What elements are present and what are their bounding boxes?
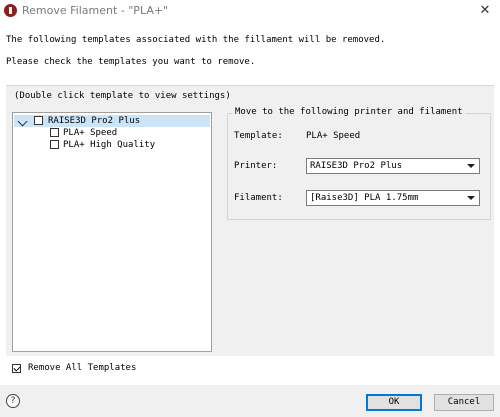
printer-select[interactable]: RAISE3D Pro2 Plus bbox=[306, 158, 480, 174]
filament-select[interactable]: [Raise3D] PLA 1.75mm bbox=[306, 190, 480, 206]
remove-all-label: Remove All Templates bbox=[28, 363, 137, 373]
template-checkbox[interactable] bbox=[50, 128, 59, 137]
chevron-down-icon bbox=[467, 196, 475, 200]
raise3d-logo-icon bbox=[4, 4, 17, 17]
template-tree[interactable]: RAISE3D Pro2 Plus PLA+ Speed PLA+ High Q… bbox=[12, 112, 212, 352]
filament-select-value: [Raise3D] PLA 1.75mm bbox=[310, 193, 419, 203]
help-icon[interactable]: ? bbox=[6, 394, 20, 408]
template-label: Template: bbox=[234, 131, 283, 141]
chevron-down-icon bbox=[467, 164, 475, 168]
tree-hint: (Double click template to view settings) bbox=[14, 91, 231, 101]
message-line-1: The following templates associated with … bbox=[6, 35, 386, 45]
tree-item-printer-label: RAISE3D Pro2 Plus bbox=[48, 116, 141, 126]
ok-button[interactable]: OK bbox=[366, 394, 422, 411]
template-checkbox[interactable] bbox=[50, 140, 59, 149]
tree-item-template-label: PLA+ High Quality bbox=[63, 140, 156, 150]
chevron-down-icon[interactable] bbox=[17, 116, 28, 127]
cancel-button[interactable]: Cancel bbox=[434, 394, 494, 411]
tree-item-printer[interactable]: RAISE3D Pro2 Plus bbox=[14, 115, 210, 127]
template-value: PLA+ Speed bbox=[306, 131, 361, 141]
printer-checkbox[interactable] bbox=[34, 116, 43, 125]
printer-select-value: RAISE3D Pro2 Plus bbox=[310, 161, 403, 171]
message-line-2: Please check the templates you want to r… bbox=[6, 57, 256, 67]
tree-item-template-label: PLA+ Speed bbox=[63, 128, 118, 138]
title-bar: Remove Filament - "PLA+" ✕ bbox=[0, 0, 500, 22]
window-title: Remove Filament - "PLA+" bbox=[22, 4, 169, 17]
move-to-group-legend: Move to the following printer and filame… bbox=[232, 107, 466, 117]
remove-all-checkbox[interactable] bbox=[12, 364, 21, 373]
tree-item-template[interactable]: PLA+ High Quality bbox=[14, 139, 210, 151]
filament-label: Filament: bbox=[234, 193, 283, 203]
printer-label: Printer: bbox=[234, 161, 278, 171]
close-icon[interactable]: ✕ bbox=[472, 0, 498, 21]
tree-item-template[interactable]: PLA+ Speed bbox=[14, 127, 210, 139]
dialog-footer bbox=[0, 385, 500, 417]
remove-filament-dialog: Remove Filament - "PLA+" ✕ The following… bbox=[0, 0, 500, 417]
